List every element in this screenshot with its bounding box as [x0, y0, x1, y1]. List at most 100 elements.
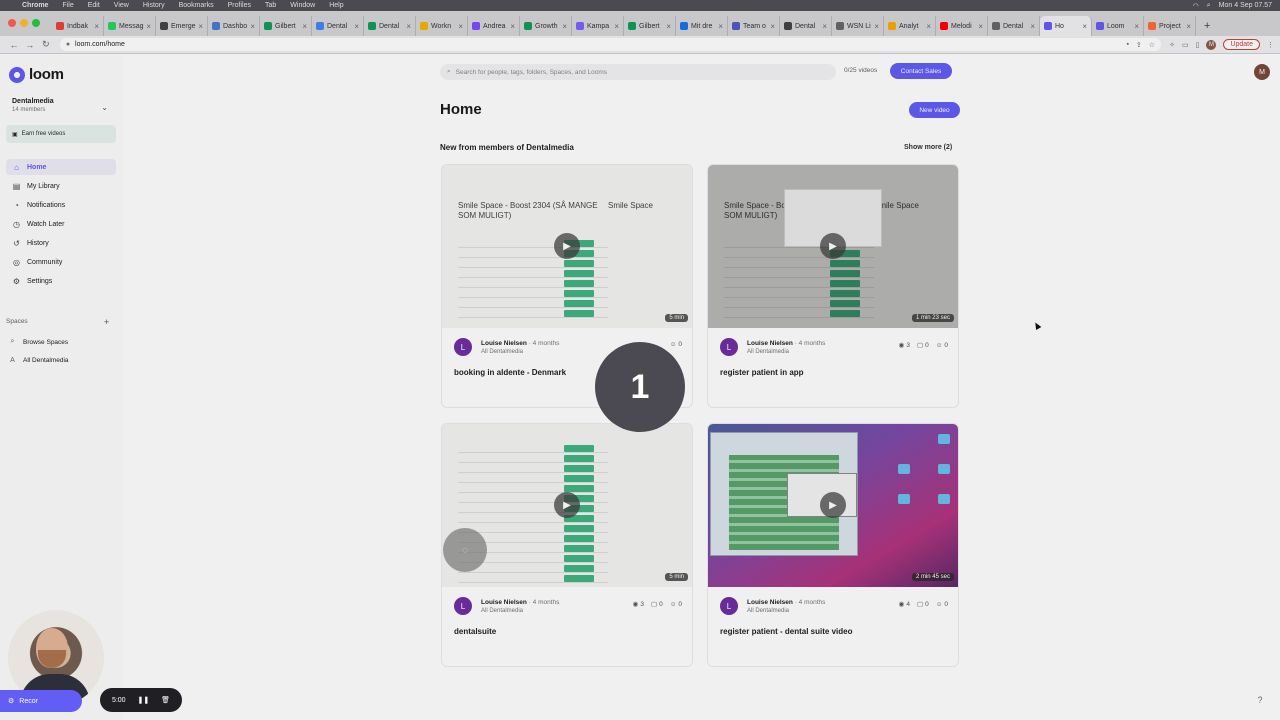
back-icon[interactable]: ←: [6, 40, 22, 50]
close-tab-icon[interactable]: ×: [874, 22, 879, 31]
sidepanel-icon[interactable]: ▯: [1196, 41, 1200, 49]
close-tab-icon[interactable]: ×: [94, 22, 99, 31]
close-tab-icon[interactable]: ×: [1186, 22, 1191, 31]
author-name[interactable]: Louise Nielsen · 4 months: [481, 599, 559, 606]
browser-tab[interactable]: Loom ×: [1092, 16, 1144, 36]
browser-tab[interactable]: Gilbert ×: [624, 16, 676, 36]
video-title[interactable]: booking in aldente - Denmark: [454, 368, 566, 377]
contact-sales-button[interactable]: Contact Sales: [890, 63, 952, 79]
new-tab-button[interactable]: +: [1204, 16, 1210, 36]
browser-tab[interactable]: Messag ×: [104, 16, 156, 36]
menu-profiles[interactable]: Profiles: [228, 2, 251, 9]
camera-icon[interactable]: ▪: [1126, 41, 1128, 49]
video-thumbnail[interactable]: Smile Space - Boost 2304 (SÅ MANGE SOM M…: [708, 165, 958, 328]
browser-tab[interactable]: Growth ×: [520, 16, 572, 36]
video-title[interactable]: register patient in app: [720, 368, 804, 377]
sidebar-item-settings[interactable]: ⚙ Settings: [6, 273, 116, 289]
menu-history[interactable]: History: [143, 2, 165, 9]
sidebar-item-watch-later[interactable]: ◷ Watch Later: [6, 216, 116, 232]
user-avatar[interactable]: M: [1254, 64, 1270, 80]
browser-profile-avatar[interactable]: M: [1206, 39, 1217, 50]
share-icon[interactable]: ⇪: [1136, 41, 1142, 49]
close-tab-icon[interactable]: ×: [146, 22, 151, 31]
close-tab-icon[interactable]: ×: [666, 22, 671, 31]
pause-icon[interactable]: ❚❚: [137, 696, 149, 704]
browser-tab[interactable]: Melodi ×: [936, 16, 988, 36]
browser-tab[interactable]: Kampa ×: [572, 16, 624, 36]
menu-file[interactable]: File: [62, 2, 73, 9]
play-icon[interactable]: ▶: [554, 233, 580, 259]
video-card[interactable]: Smile Space - Boost 2304 (SÅ MANGE SOM M…: [707, 164, 959, 408]
sidebar-item-notifications[interactable]: ◔ Notifications: [6, 197, 116, 213]
close-window-button[interactable]: [8, 19, 16, 27]
author-avatar[interactable]: L: [720, 338, 738, 356]
browser-tab[interactable]: Team o ×: [728, 16, 780, 36]
search-input[interactable]: ⌕ Search for people, tags, folders, Spac…: [440, 64, 836, 80]
menu-chrome[interactable]: Chrome: [22, 2, 48, 9]
close-tab-icon[interactable]: ×: [1030, 22, 1035, 31]
browser-tab[interactable]: Ho ×: [1040, 16, 1092, 36]
minimize-window-button[interactable]: [20, 19, 28, 27]
close-tab-icon[interactable]: ×: [198, 22, 203, 31]
menu-edit[interactable]: Edit: [88, 2, 100, 9]
sidebar-item-home[interactable]: ⌂ Home: [6, 159, 116, 175]
video-title[interactable]: register patient - dental suite video: [720, 627, 852, 636]
video-thumbnail[interactable]: Smile Space - Boost 2304 (SÅ MANGE SOM M…: [442, 165, 692, 328]
close-tab-icon[interactable]: ×: [1082, 22, 1087, 31]
browser-tab[interactable]: WSN Li ×: [832, 16, 884, 36]
close-tab-icon[interactable]: ×: [250, 22, 255, 31]
address-bar[interactable]: ● loom.com/home ▪ ⇪ ☆: [59, 38, 1162, 51]
author-name[interactable]: Louise Nielsen · 4 months: [747, 340, 825, 347]
play-icon[interactable]: ▶: [820, 233, 846, 259]
wifi-icon[interactable]: ◠: [1193, 2, 1199, 10]
workspace-switcher[interactable]: Dentalmedia 14 members ⌄: [6, 95, 116, 121]
sidebar-item-my-library[interactable]: ▤ My Library: [6, 178, 116, 194]
help-icon[interactable]: ?: [1252, 692, 1268, 708]
close-tab-icon[interactable]: ×: [978, 22, 983, 31]
gear-icon[interactable]: ⚙: [8, 697, 14, 705]
new-video-button[interactable]: New video: [909, 102, 960, 118]
url-text[interactable]: loom.com/home: [75, 41, 125, 48]
browser-tab[interactable]: Workn ×: [416, 16, 468, 36]
author-avatar[interactable]: L: [454, 338, 472, 356]
browser-tab[interactable]: Dental ×: [780, 16, 832, 36]
video-title[interactable]: dentalsuite: [454, 627, 496, 636]
space-item-all-dentalmedia[interactable]: A All Dentalmedia: [8, 357, 68, 364]
author-name[interactable]: Louise Nielsen · 4 months: [481, 340, 559, 347]
close-tab-icon[interactable]: ×: [614, 22, 619, 31]
author-avatar[interactable]: L: [720, 597, 738, 615]
maximize-window-button[interactable]: [32, 19, 40, 27]
browser-tab[interactable]: Indbak ×: [52, 16, 104, 36]
more-icon[interactable]: ⋮: [1267, 41, 1274, 49]
sidebar-item-community[interactable]: ◎ Community: [6, 254, 116, 270]
forward-icon[interactable]: →: [22, 40, 38, 50]
browser-tab[interactable]: Gilbert ×: [260, 16, 312, 36]
menu-bookmarks[interactable]: Bookmarks: [179, 2, 214, 9]
browser-tab[interactable]: Mit dre ×: [676, 16, 728, 36]
loom-logo[interactable]: loom: [9, 66, 64, 83]
author-name[interactable]: Louise Nielsen · 4 months: [747, 599, 825, 606]
video-card[interactable]: ▶ 2 min 45 sec L Louise Nielsen · 4 months A…: [707, 423, 959, 667]
search-icon[interactable]: ⌕: [1207, 2, 1211, 10]
close-tab-icon[interactable]: ×: [926, 22, 931, 31]
bookmark-star-icon[interactable]: ☆: [1149, 41, 1155, 49]
browser-tab[interactable]: Project ×: [1144, 16, 1196, 36]
browser-tab[interactable]: Dashbo ×: [208, 16, 260, 36]
close-tab-icon[interactable]: ×: [1134, 22, 1139, 31]
show-more-button[interactable]: Show more (2): [904, 144, 952, 151]
menu-window[interactable]: Window: [290, 2, 315, 9]
close-tab-icon[interactable]: ×: [458, 22, 463, 31]
browser-tab[interactable]: Dental ×: [312, 16, 364, 36]
menubar-clock[interactable]: Mon 4 Sep 07.57: [1219, 2, 1272, 9]
loom-recorder-pill[interactable]: ⚙ Recor: [0, 690, 82, 712]
menu-view[interactable]: View: [114, 2, 129, 9]
close-tab-icon[interactable]: ×: [822, 22, 827, 31]
play-icon[interactable]: ▶: [554, 492, 580, 518]
close-tab-icon[interactable]: ×: [770, 22, 775, 31]
reading-list-icon[interactable]: ▭: [1182, 41, 1189, 49]
video-thumbnail[interactable]: ▶ 2 min 45 sec: [708, 424, 958, 587]
close-tab-icon[interactable]: ×: [718, 22, 723, 31]
browser-tab[interactable]: Dental ×: [988, 16, 1040, 36]
close-tab-icon[interactable]: ×: [562, 22, 567, 31]
close-tab-icon[interactable]: ×: [510, 22, 515, 31]
